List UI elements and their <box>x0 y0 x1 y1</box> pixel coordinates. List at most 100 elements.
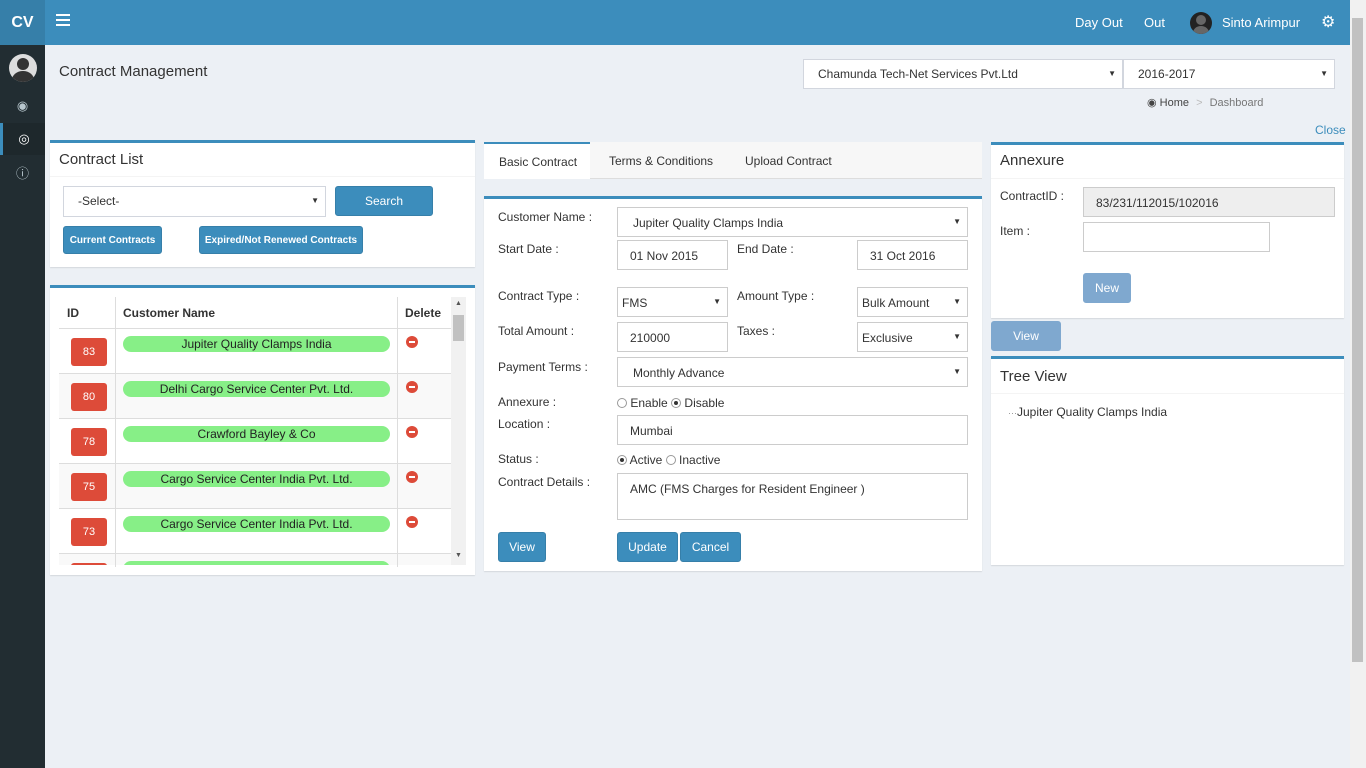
breadcrumb-current: Dashboard <box>1209 97 1264 109</box>
amount-type-select[interactable]: Bulk Amount ▼ <box>857 287 968 317</box>
breadcrumb: ◉ Home > Dashboard <box>1147 97 1264 109</box>
column-header-customer: Customer Name <box>123 306 216 320</box>
payment-terms-value: Monthly Advance <box>633 366 725 380</box>
close-link[interactable]: Close <box>1315 123 1346 137</box>
enable-label[interactable]: Enable <box>630 396 667 410</box>
inactive-label[interactable]: Inactive <box>679 453 720 467</box>
tree-node[interactable]: ⋯Jupiter Quality Clamps India <box>1008 405 1167 419</box>
annexure-radio-group: Enable Disable <box>617 396 724 410</box>
inactive-radio[interactable] <box>665 455 676 465</box>
contract-details-textarea[interactable]: AMC (FMS Charges for Resident Engineer ) <box>617 473 968 520</box>
disable-radio[interactable] <box>671 398 682 408</box>
start-date-input[interactable]: 01 Nov 2015 <box>617 240 728 270</box>
search-button[interactable]: Search <box>335 186 433 216</box>
customer-name-pill[interactable]: Cargo Service Center India Pvt. Ltd. <box>123 471 390 487</box>
delete-icon[interactable] <box>406 471 418 483</box>
page-scrollbar-thumb[interactable] <box>1352 18 1363 662</box>
current-contracts-button[interactable]: Current Contracts <box>63 226 162 254</box>
contract-filter-select[interactable]: -Select- ▼ <box>63 186 326 217</box>
expired-contracts-button[interactable]: Expired/Not Renewed Contracts <box>199 226 363 254</box>
tree-branch-icon: ⋯ <box>1008 408 1017 418</box>
tab-upload-contract[interactable]: Upload Contract <box>745 142 832 179</box>
table-row[interactable]: 78 Crawford Bayley & Co <box>59 418 451 463</box>
customer-name-pill[interactable]: Jupiter Quality Clamps India <box>123 336 390 352</box>
taxes-label: Taxes : <box>737 324 776 338</box>
contract-id-badge[interactable]: 83 <box>71 338 107 366</box>
amount-type-value: Bulk Amount <box>862 296 930 310</box>
dashboard-icon[interactable]: ◉ <box>0 90 45 122</box>
chevron-down-icon: ▼ <box>713 297 721 306</box>
scroll-up-icon[interactable]: ▲ <box>455 300 462 307</box>
page-title: Contract Management <box>59 63 208 80</box>
home-icon: ◉ <box>1147 97 1157 109</box>
active-radio[interactable] <box>617 455 627 465</box>
customer-name-pill[interactable]: Cargo Service Center India Pvt. Ltd. <box>123 516 390 532</box>
delete-icon[interactable] <box>406 516 418 528</box>
user-name[interactable]: Sinto Arimpur <box>1222 15 1300 30</box>
update-button[interactable]: Update <box>617 532 678 562</box>
table-row[interactable]: 73 Cargo Service Center India Pvt. Ltd. <box>59 508 451 553</box>
settings-gears-icon[interactable]: ⚙ <box>1321 12 1335 32</box>
contract-type-select[interactable]: FMS ▼ <box>617 287 728 317</box>
table-scrollbar-thumb[interactable] <box>453 315 464 341</box>
item-input[interactable] <box>1083 222 1270 252</box>
cancel-button[interactable]: Cancel <box>680 532 741 562</box>
customer-name-pill[interactable]: Delhi Cargo Service Center Pvt. Ltd. <box>123 381 390 397</box>
delete-icon[interactable] <box>406 336 418 348</box>
contract-details-label: Contract Details : <box>498 475 591 489</box>
total-amount-input[interactable]: 210000 <box>617 322 728 352</box>
out-link[interactable]: Out <box>1144 15 1165 30</box>
contract-id-badge[interactable]: 75 <box>71 473 107 501</box>
delete-icon[interactable] <box>406 426 418 438</box>
location-input[interactable]: Mumbai <box>617 415 968 445</box>
customer-name-select[interactable]: Jupiter Quality Clamps India ▼ <box>617 207 968 237</box>
annexure-title: Annexure <box>1000 152 1065 169</box>
menu-toggle-icon[interactable] <box>56 14 70 28</box>
enable-radio[interactable] <box>617 398 627 408</box>
table-row[interactable]: 83 Jupiter Quality Clamps India <box>59 328 451 373</box>
contract-id-badge[interactable]: 73 <box>71 518 107 546</box>
table-row-partial[interactable] <box>59 553 451 565</box>
support-lifebuoy-icon[interactable]: ◎ <box>0 123 45 155</box>
chevron-down-icon: ▼ <box>1108 69 1116 78</box>
company-select[interactable]: Chamunda Tech-Net Services Pvt.Ltd ▼ <box>803 59 1123 89</box>
contract-id-badge <box>71 563 107 565</box>
breadcrumb-home[interactable]: Home <box>1160 97 1189 109</box>
table-row[interactable]: 75 Cargo Service Center India Pvt. Ltd. <box>59 463 451 508</box>
end-date-label: End Date : <box>737 242 794 256</box>
payment-terms-select[interactable]: Monthly Advance ▼ <box>617 357 968 387</box>
amount-type-label: Amount Type : <box>737 289 815 303</box>
new-button[interactable]: New <box>1083 273 1131 303</box>
app-logo[interactable]: CV <box>0 0 45 45</box>
tab-terms-conditions[interactable]: Terms & Conditions <box>609 142 713 179</box>
company-select-value: Chamunda Tech-Net Services Pvt.Ltd <box>818 67 1018 81</box>
contract-id-input[interactable]: 83/231/112015/102016 <box>1083 187 1335 217</box>
contract-id-badge[interactable]: 78 <box>71 428 107 456</box>
annexure-view-button[interactable]: View <box>991 321 1061 351</box>
end-date-input[interactable]: 31 Oct 2016 <box>857 240 968 270</box>
customer-name-value: Jupiter Quality Clamps India <box>633 216 784 230</box>
status-label: Status : <box>498 452 539 466</box>
active-label[interactable]: Active <box>630 453 663 467</box>
disable-label[interactable]: Disable <box>684 396 724 410</box>
taxes-select[interactable]: Exclusive ▼ <box>857 322 968 352</box>
delete-icon[interactable] <box>406 381 418 393</box>
chevron-down-icon: ▼ <box>953 332 961 341</box>
user-avatar[interactable] <box>1190 12 1212 34</box>
tab-basic-contract[interactable]: Basic Contract <box>484 142 590 179</box>
day-out-link[interactable]: Day Out <box>1075 15 1123 30</box>
tree-node-label[interactable]: Jupiter Quality Clamps India <box>1017 405 1167 419</box>
table-row[interactable]: 80 Delhi Cargo Service Center Pvt. Ltd. <box>59 373 451 418</box>
customer-name-pill[interactable]: Crawford Bayley & Co <box>123 426 390 442</box>
contract-filter-value: -Select- <box>78 194 120 208</box>
info-icon[interactable]: ⓘ <box>0 156 45 188</box>
total-amount-label: Total Amount : <box>498 324 575 338</box>
contract-list-title: Contract List <box>59 151 144 168</box>
view-button[interactable]: View <box>498 532 546 562</box>
contract-id-badge[interactable]: 80 <box>71 383 107 411</box>
tree-view-box <box>991 356 1344 565</box>
column-header-id: ID <box>67 306 79 320</box>
annexure-label: Annexure : <box>498 395 557 409</box>
year-select[interactable]: 2016-2017 ▼ <box>1123 59 1335 89</box>
scroll-down-icon[interactable]: ▼ <box>455 552 462 559</box>
